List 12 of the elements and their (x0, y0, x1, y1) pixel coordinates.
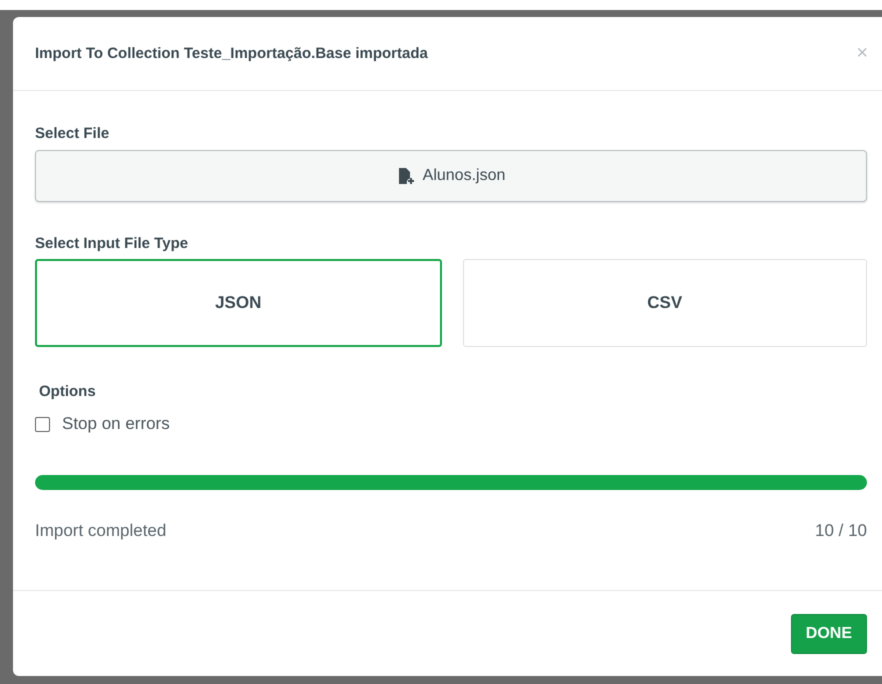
status-text: Import completed (35, 521, 166, 541)
checkbox-label: Stop on errors (62, 414, 170, 434)
file-type-option[interactable]: JSON (35, 259, 442, 347)
checkbox[interactable] (35, 416, 50, 432)
file-button[interactable]: Alunos.json (35, 150, 867, 202)
dialog-title: Import To Collection Teste_Importação.Base importada (35, 45, 428, 62)
progress-count: 10 / 10 (815, 521, 867, 541)
file-add-icon (396, 167, 415, 185)
select-file-label: Select File (35, 125, 110, 142)
file-type-label: Select Input File Type (35, 235, 188, 252)
file-type-option[interactable]: CSV (462, 259, 867, 347)
options-label: Options (39, 383, 96, 400)
